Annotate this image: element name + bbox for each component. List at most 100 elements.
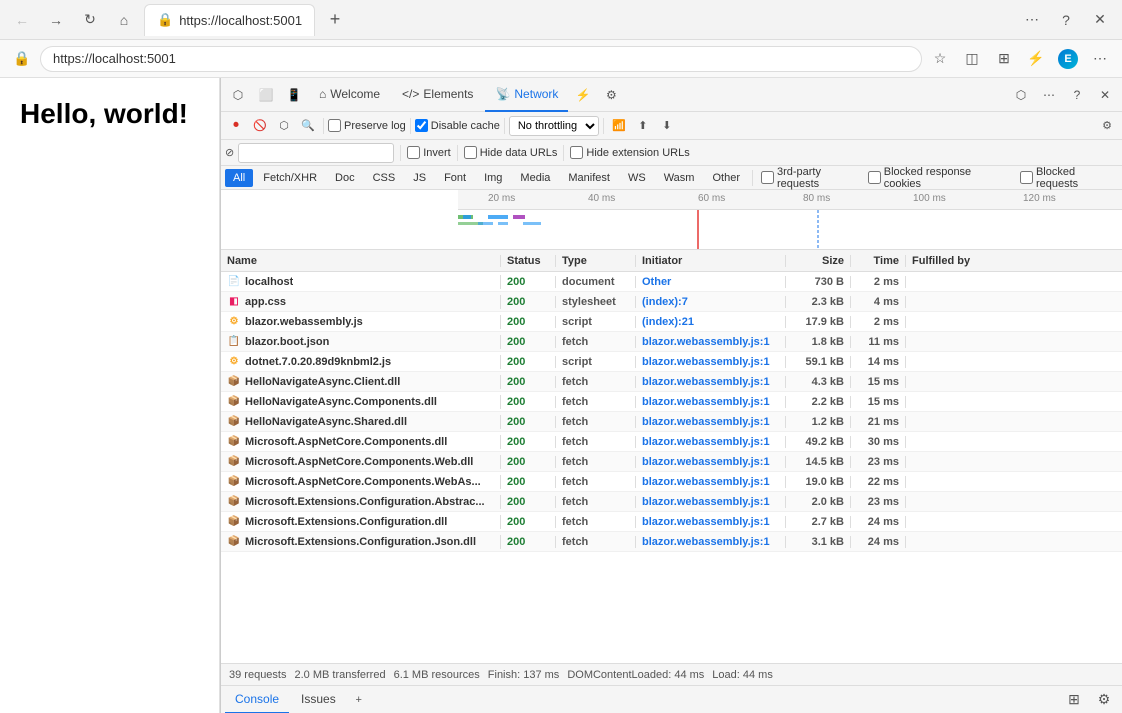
devtools-elements-tab[interactable]: </> Elements bbox=[392, 78, 483, 112]
row-size: 2.0 kB bbox=[812, 496, 844, 508]
network-table[interactable]: Name Status Type Initiator Size Time Ful… bbox=[221, 250, 1122, 663]
fetch-badge-button[interactable]: ⬡ bbox=[273, 115, 295, 137]
table-row[interactable]: 📦 HelloNavigateAsync.Shared.dll 200 fetc… bbox=[221, 412, 1122, 432]
col-header-type[interactable]: Type bbox=[556, 255, 636, 267]
third-party-checkbox[interactable]: 3rd-party requests bbox=[761, 166, 864, 190]
row-status-cell: 200 bbox=[501, 376, 556, 388]
col-header-name[interactable]: Name bbox=[221, 255, 501, 267]
hide-data-urls-input[interactable] bbox=[464, 146, 477, 159]
profile-button[interactable]: E bbox=[1054, 45, 1082, 73]
disable-cache-checkbox[interactable]: Disable cache bbox=[415, 119, 500, 132]
favorites-button[interactable]: ☆ bbox=[926, 45, 954, 73]
throttling-select[interactable]: No throttling bbox=[509, 116, 599, 136]
url-input[interactable] bbox=[40, 46, 922, 72]
type-filter-other[interactable]: Other bbox=[704, 169, 748, 187]
more-button[interactable]: ⋯ bbox=[1086, 45, 1114, 73]
third-party-input[interactable] bbox=[761, 171, 774, 184]
type-filter-manifest[interactable]: Manifest bbox=[560, 169, 618, 187]
devtools-network-tab[interactable]: 📡 Network bbox=[485, 78, 568, 112]
table-row[interactable]: 📄 localhost 200 document Other 730 B 2 m… bbox=[221, 272, 1122, 292]
devtools-inspect-button[interactable]: ⬡ bbox=[225, 82, 251, 108]
home-button[interactable]: ⌂ bbox=[110, 6, 138, 34]
invert-input[interactable] bbox=[407, 146, 420, 159]
table-row[interactable]: 📦 Microsoft.Extensions.Configuration.Abs… bbox=[221, 492, 1122, 512]
type-filter-css[interactable]: CSS bbox=[365, 169, 404, 187]
close-button[interactable]: ✕ bbox=[1086, 6, 1114, 34]
col-header-fulfilled[interactable]: Fulfilled by bbox=[906, 255, 1122, 267]
devtools-more-button[interactable]: ⋯ bbox=[1036, 82, 1062, 108]
hide-extension-urls-input[interactable] bbox=[570, 146, 583, 159]
type-filter-js[interactable]: JS bbox=[405, 169, 434, 187]
filter-input[interactable] bbox=[238, 143, 394, 163]
type-filter-ws[interactable]: WS bbox=[620, 169, 654, 187]
devtools-device-button[interactable]: 📱 bbox=[281, 82, 307, 108]
preserve-log-checkbox[interactable]: Preserve log bbox=[328, 119, 406, 132]
preserve-log-input[interactable] bbox=[328, 119, 341, 132]
upload-button[interactable]: ⬆ bbox=[632, 115, 654, 137]
settings-button[interactable]: ⚙ bbox=[1096, 115, 1118, 137]
row-status-cell: 200 bbox=[501, 316, 556, 328]
row-type-icon: 📦 bbox=[227, 495, 241, 509]
table-row[interactable]: 📦 Microsoft.Extensions.Configuration.dll… bbox=[221, 512, 1122, 532]
table-row[interactable]: 📋 blazor.boot.json 200 fetch blazor.weba… bbox=[221, 332, 1122, 352]
type-filter-all[interactable]: All bbox=[225, 169, 253, 187]
blocked-requests-input[interactable] bbox=[1020, 171, 1033, 184]
console-tab[interactable]: Console bbox=[225, 686, 289, 713]
refresh-button[interactable]: ↻ bbox=[76, 6, 104, 34]
table-row[interactable]: ⚙ dotnet.7.0.20.89d9knbml2.js 200 script… bbox=[221, 352, 1122, 372]
devtools-dock-button[interactable]: ⬡ bbox=[1008, 82, 1034, 108]
table-row[interactable]: 📦 Microsoft.AspNetCore.Components.Web.dl… bbox=[221, 452, 1122, 472]
collections-button[interactable]: ◫ bbox=[958, 45, 986, 73]
table-row[interactable]: 📦 Microsoft.AspNetCore.Components.dll 20… bbox=[221, 432, 1122, 452]
security-icon[interactable]: 🔒 bbox=[8, 45, 36, 73]
table-row[interactable]: 📦 Microsoft.AspNetCore.Components.WebAs.… bbox=[221, 472, 1122, 492]
devtools-welcome-tab[interactable]: ⌂ Welcome bbox=[309, 78, 390, 112]
bottom-dock-button[interactable]: ⊞ bbox=[1060, 686, 1088, 713]
new-tab-button[interactable]: + bbox=[321, 6, 349, 34]
hide-data-urls-checkbox[interactable]: Hide data URLs bbox=[464, 146, 558, 159]
extensions-button[interactable]: ⋯ bbox=[1018, 6, 1046, 34]
disable-cache-input[interactable] bbox=[415, 119, 428, 132]
devtools-close-button[interactable]: ✕ bbox=[1092, 82, 1118, 108]
download-button[interactable]: ⬇ bbox=[656, 115, 678, 137]
blocked-cookies-checkbox[interactable]: Blocked response cookies bbox=[868, 166, 1008, 190]
table-row[interactable]: 📦 Microsoft.Extensions.Configuration.Jso… bbox=[221, 532, 1122, 552]
record-button[interactable]: ⏺ bbox=[225, 115, 247, 137]
type-filter-doc[interactable]: Doc bbox=[327, 169, 363, 187]
type-filter-media[interactable]: Media bbox=[512, 169, 558, 187]
devtools-cursor-button[interactable]: ⬜ bbox=[253, 82, 279, 108]
devtools-settings-tab[interactable]: ⚙ bbox=[598, 82, 624, 108]
table-row[interactable]: 📦 HelloNavigateAsync.Client.dll 200 fetc… bbox=[221, 372, 1122, 392]
add-tab-button[interactable]: + bbox=[348, 689, 370, 711]
wifi-button[interactable]: 📶 bbox=[608, 115, 630, 137]
browser-essentials-button[interactable]: ⚡ bbox=[1022, 45, 1050, 73]
forward-button[interactable]: → bbox=[42, 6, 70, 34]
row-initiator: (index):21 bbox=[642, 316, 694, 328]
col-header-time[interactable]: Time bbox=[851, 255, 906, 267]
hide-extension-urls-checkbox[interactable]: Hide extension URLs bbox=[570, 146, 689, 159]
table-row[interactable]: 📦 HelloNavigateAsync.Components.dll 200 … bbox=[221, 392, 1122, 412]
row-size-cell: 1.2 kB bbox=[786, 416, 851, 428]
back-button[interactable]: ← bbox=[8, 6, 36, 34]
bottom-settings-button[interactable]: ⚙ bbox=[1090, 686, 1118, 713]
browser-tab-active[interactable]: 🔒 https://localhost:5001 bbox=[144, 4, 315, 36]
type-filter-fetch-xhr[interactable]: Fetch/XHR bbox=[255, 169, 325, 187]
split-screen-button[interactable]: ⊞ bbox=[990, 45, 1018, 73]
type-filter-font[interactable]: Font bbox=[436, 169, 474, 187]
invert-checkbox[interactable]: Invert bbox=[407, 146, 451, 159]
table-row[interactable]: ⚙ blazor.webassembly.js 200 script (inde… bbox=[221, 312, 1122, 332]
type-filter-wasm[interactable]: Wasm bbox=[656, 169, 703, 187]
col-header-initiator[interactable]: Initiator bbox=[636, 255, 786, 267]
search-button[interactable]: 🔍 bbox=[297, 115, 319, 137]
type-filter-img[interactable]: Img bbox=[476, 169, 510, 187]
devtools-performance-tab[interactable]: ⚡ bbox=[570, 82, 596, 108]
col-header-status[interactable]: Status bbox=[501, 255, 556, 267]
blocked-cookies-input[interactable] bbox=[868, 171, 881, 184]
help-button[interactable]: ? bbox=[1052, 6, 1080, 34]
issues-tab[interactable]: Issues bbox=[291, 686, 346, 713]
blocked-requests-checkbox[interactable]: Blocked requests bbox=[1020, 166, 1118, 190]
clear-button[interactable]: 🚫 bbox=[249, 115, 271, 137]
col-header-size[interactable]: Size bbox=[786, 255, 851, 267]
devtools-help-button[interactable]: ? bbox=[1064, 82, 1090, 108]
table-row[interactable]: ◧ app.css 200 stylesheet (index):7 2.3 k… bbox=[221, 292, 1122, 312]
